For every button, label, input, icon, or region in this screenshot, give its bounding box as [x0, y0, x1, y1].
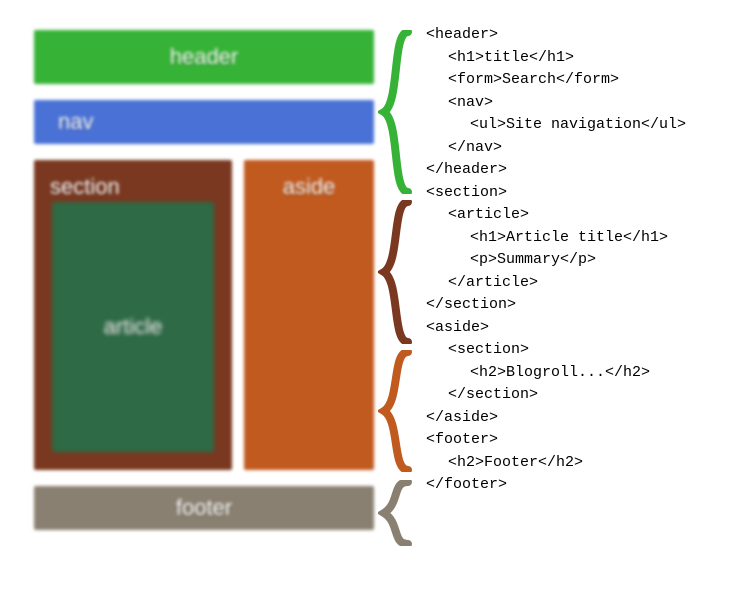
nav-block: nav [34, 100, 374, 144]
code-line: <footer> [426, 429, 716, 452]
layout-diagram: header nav section article aside footer [34, 30, 374, 570]
brace-section-icon [378, 200, 418, 344]
code-line: <h1>title</h1> [426, 47, 716, 70]
code-line: </article> [426, 272, 716, 295]
code-line: </section> [426, 384, 716, 407]
code-line: </section> [426, 294, 716, 317]
article-label: article [104, 314, 163, 340]
code-line: <h2>Footer</h2> [426, 452, 716, 475]
brace-aside-icon [378, 350, 418, 472]
code-line: </aside> [426, 407, 716, 430]
code-line: <article> [426, 204, 716, 227]
code-listing: <header><h1>title</h1><form>Search</form… [426, 24, 716, 497]
code-line: </footer> [426, 474, 716, 497]
code-line: <section> [426, 182, 716, 205]
code-line: <h2>Blogroll...</h2> [426, 362, 716, 385]
code-line: </nav> [426, 137, 716, 160]
code-line: <form>Search</form> [426, 69, 716, 92]
code-line: <section> [426, 339, 716, 362]
aside-label: aside [283, 174, 336, 200]
header-label: header [170, 44, 239, 70]
nav-label: nav [58, 109, 93, 135]
section-label: section [50, 174, 120, 200]
code-line: <ul>Site navigation</ul> [426, 114, 716, 137]
code-line: <p>Summary</p> [426, 249, 716, 272]
code-line: <nav> [426, 92, 716, 115]
aside-block: aside [244, 160, 374, 470]
footer-label: footer [176, 495, 232, 521]
footer-block: footer [34, 486, 374, 530]
brace-header-icon [378, 30, 418, 194]
article-block: article [52, 202, 214, 452]
brace-column [378, 30, 418, 570]
code-line: </header> [426, 159, 716, 182]
code-line: <header> [426, 24, 716, 47]
header-block: header [34, 30, 374, 84]
code-line: <aside> [426, 317, 716, 340]
brace-footer-icon [378, 480, 418, 546]
code-line: <h1>Article title</h1> [426, 227, 716, 250]
